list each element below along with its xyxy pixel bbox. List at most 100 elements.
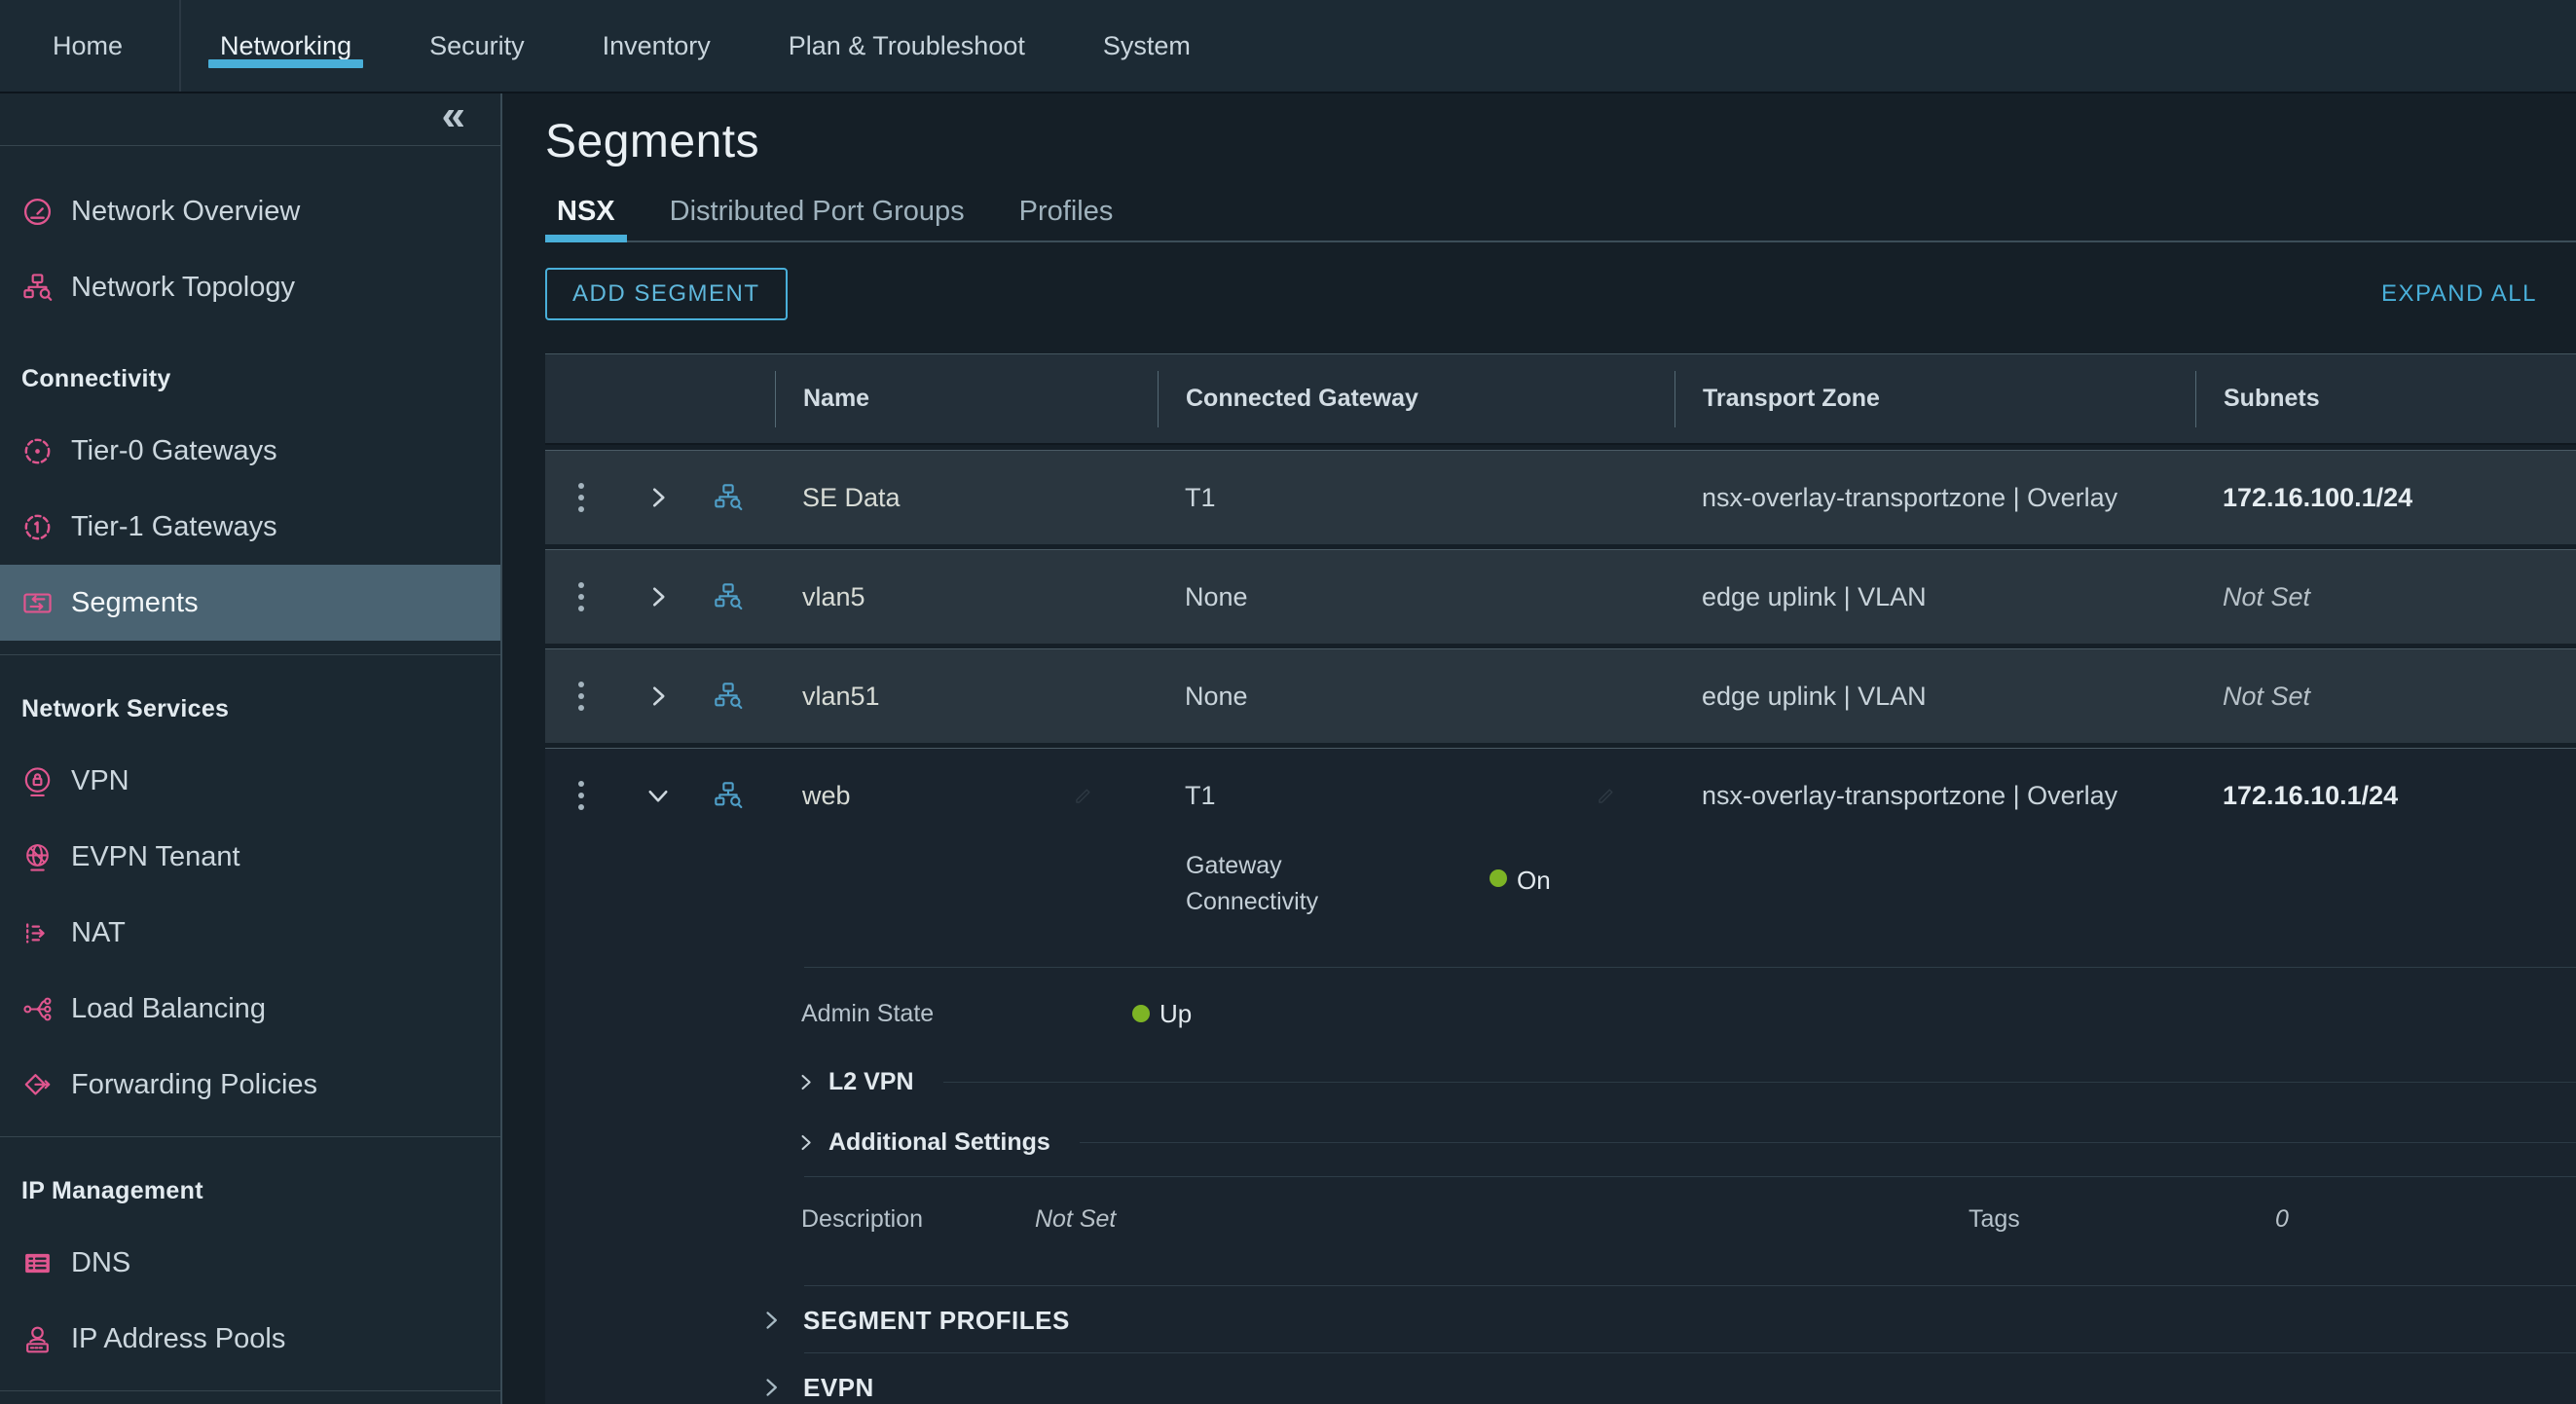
sidebar-item-load-balancing[interactable]: Load Balancing [0,971,500,1047]
sidebar-item-label: Network Overview [71,196,300,228]
tier1-gateway-icon [21,511,54,543]
sidebar-collapse-icon[interactable]: « [442,98,465,132]
nav-divider [179,0,181,92]
chevron-right-icon[interactable] [760,1377,782,1398]
chevron-right-icon[interactable] [646,486,670,509]
main-content: Segments NSX Distributed Port Groups Pro… [502,93,2576,1404]
nav-networking-label: Networking [220,31,351,61]
segment-connected-gateway: None [1158,682,1674,712]
detail-divider [804,1352,2576,1353]
nav-system[interactable]: System [1087,0,1206,92]
detail-divider [804,1285,2576,1286]
nat-icon [21,917,54,949]
sidebar-item-label: Network Topology [71,272,295,304]
gauge-icon [21,196,54,228]
edit-pencil-icon[interactable] [1597,786,1616,805]
sidebar-item-label: IP Address Pools [71,1323,285,1355]
sidebar-header: « [0,93,500,146]
admin-state-text: Up [1159,999,1192,1029]
tab-distributed-port-groups[interactable]: Distributed Port Groups [658,182,976,240]
sidebar-divider [0,1136,500,1137]
segment-subnets: 172.16.10.1/24 [2195,781,2576,811]
section-rule [943,1082,2576,1083]
admin-state-label: Admin State [801,1000,1132,1028]
sidebar-item-nat[interactable]: NAT [0,895,500,971]
segment-profiles-section[interactable]: SEGMENT PROFILES [760,1292,2576,1349]
description-label: Description [801,1205,1035,1234]
sidebar-nav: Network Overview Network Topology Connec… [0,146,500,1391]
segments-table: Name Connected Gateway Transport Zone Su… [545,353,2576,1404]
sidebar-item-label: Load Balancing [71,993,266,1025]
additional-settings-label: Additional Settings [828,1128,1050,1157]
column-header-subnets: Subnets [2195,371,2576,427]
sidebar-section-connectivity: Connectivity [0,345,500,413]
sidebar-item-tier1-gateways[interactable]: Tier-1 Gateways [0,489,500,565]
sidebar-item-segments[interactable]: Segments [0,565,500,641]
gateway-connectivity-state: On [1517,866,1551,896]
sidebar-item-forwarding-policies[interactable]: Forwarding Policies [0,1047,500,1123]
sidebar-item-network-overview[interactable]: Network Overview [0,173,500,249]
segment-name: vlan51 [775,682,1158,712]
gateway-connectivity-value: On [1490,866,1551,920]
segment-icon [713,681,744,712]
segment-transport-zone: edge uplink | VLAN [1674,682,2195,712]
tags-label: Tags [1969,1205,2275,1234]
tab-profiles[interactable]: Profiles [1008,182,1125,240]
l2-vpn-section[interactable]: L2 VPN [796,1057,2576,1106]
sidebar-item-evpn-tenant[interactable]: EVPN Tenant [0,819,500,895]
chevron-down-icon[interactable] [646,784,670,807]
column-header-connected-gateway: Connected Gateway [1158,371,1674,427]
add-segment-button[interactable]: ADD SEGMENT [545,268,788,320]
sidebar-item-tier0-gateways[interactable]: Tier-0 Gateways [0,413,500,489]
row-menu-icon[interactable] [578,682,584,711]
row-menu-icon[interactable] [578,582,584,611]
sidebar-item-label: Forwarding Policies [71,1069,317,1101]
gateway-connectivity-label: Gateway Connectivity [1186,848,1419,920]
status-up-dot-icon [1132,1005,1150,1022]
sidebar: « Network Overview Network Topology Conn… [0,93,502,1404]
sidebar-item-network-topology[interactable]: Network Topology [0,249,500,325]
sidebar-item-ip-address-pools[interactable]: IP Address Pools [0,1301,500,1377]
sidebar-item-dns[interactable]: DNS [0,1225,500,1301]
chevron-right-icon[interactable] [796,1133,815,1152]
sidebar-item-vpn[interactable]: VPN [0,743,500,819]
segment-profiles-label: SEGMENT PROFILES [803,1306,1070,1336]
sidebar-section-ip-management: IP Management [0,1157,500,1225]
segment-name: web [775,781,1158,811]
table-row-web-expanded[interactable]: web T1 nsx-overlay-transportzone | Overl… [545,748,2576,1404]
row-menu-icon[interactable] [578,483,584,512]
row-actions [545,451,775,544]
segment-name-text: web [802,781,851,810]
l2-vpn-label: L2 VPN [828,1068,914,1096]
sidebar-item-label: Tier-0 Gateways [71,435,277,467]
nav-networking[interactable]: Networking [204,0,367,92]
expand-all-link[interactable]: EXPAND ALL [2381,280,2537,308]
top-navigation: Home Networking Security Inventory Plan … [0,0,2576,93]
segments-icon [21,587,54,619]
nav-security[interactable]: Security [414,0,540,92]
sidebar-item-label: DNS [71,1247,130,1279]
chevron-right-icon[interactable] [760,1310,782,1331]
edit-pencil-icon[interactable] [1074,786,1093,805]
nav-plan-troubleshoot[interactable]: Plan & Troubleshoot [773,0,1041,92]
nav-home[interactable]: Home [27,0,148,92]
nav-inventory[interactable]: Inventory [587,0,726,92]
evpn-section[interactable]: EVPN [760,1359,2576,1404]
additional-settings-section[interactable]: Additional Settings [796,1118,2576,1166]
chevron-right-icon[interactable] [646,684,670,708]
evpn-label: EVPN [803,1373,874,1403]
segment-icon [713,581,744,612]
detail-divider [804,967,2576,968]
table-row-vlan51[interactable]: vlan51 None edge uplink | VLAN Not Set [545,648,2576,743]
section-rule [1080,1142,2576,1143]
chevron-right-icon[interactable] [646,585,670,609]
chevron-right-icon[interactable] [796,1073,815,1091]
tab-nsx[interactable]: NSX [545,182,627,240]
table-row-vlan5[interactable]: vlan5 None edge uplink | VLAN Not Set [545,549,2576,644]
sidebar-item-label: Segments [71,587,199,619]
evpn-tenant-globe-icon [21,841,54,873]
detail-divider [804,1176,2576,1177]
segment-transport-zone: nsx-overlay-transportzone | Overlay [1674,483,2195,513]
row-menu-icon[interactable] [578,781,584,810]
table-row-se-data[interactable]: SE Data T1 nsx-overlay-transportzone | O… [545,450,2576,544]
